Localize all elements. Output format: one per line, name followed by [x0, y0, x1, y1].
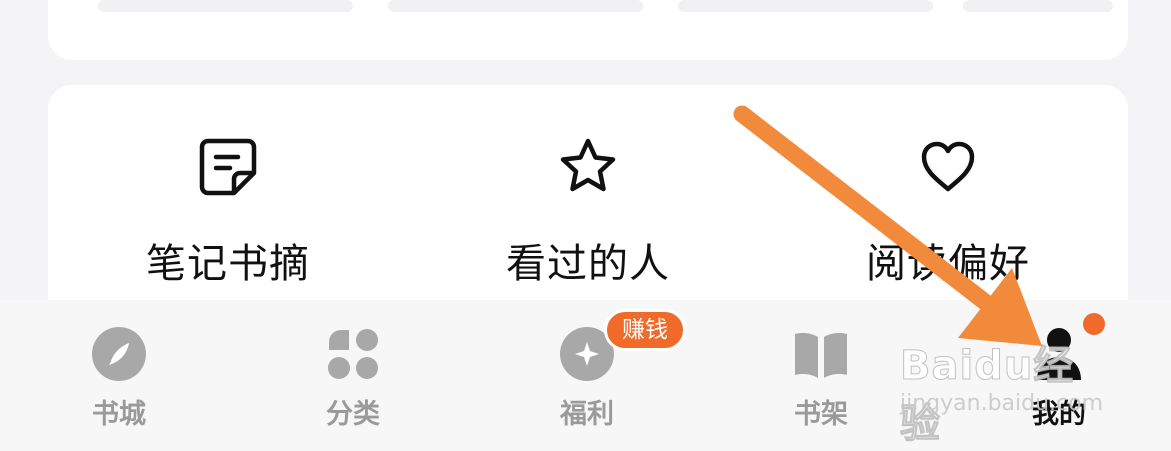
top-card-item[interactable] [678, 0, 933, 12]
feature-label: 笔记书摘 [146, 241, 310, 287]
tab-category[interactable]: 分类 [236, 300, 470, 451]
top-card [48, 0, 1128, 60]
notification-dot [1083, 313, 1105, 335]
welfare-badge: 赚钱 [604, 309, 686, 351]
features-card: 笔记书摘 看过的人 阅读偏好 [48, 85, 1128, 325]
top-card-item[interactable] [98, 0, 353, 12]
tab-label: 书城 [92, 399, 146, 430]
book-icon [795, 333, 847, 378]
feature-preferences[interactable]: 阅读偏好 [768, 85, 1128, 325]
feature-label: 看过的人 [506, 241, 670, 287]
watermark-sub: jingyan.baidu.com [900, 391, 1104, 416]
feature-label: 阅读偏好 [866, 241, 1030, 287]
tab-label: 福利 [560, 399, 614, 430]
feature-viewers[interactable]: 看过的人 [408, 85, 768, 325]
star-icon [560, 138, 616, 192]
top-card-item[interactable] [963, 0, 1113, 12]
top-card-item[interactable] [388, 0, 643, 12]
feature-notes[interactable]: 笔记书摘 [48, 85, 408, 325]
category-icon [328, 329, 378, 379]
tab-bookstore[interactable]: 书城 [2, 300, 236, 451]
note-icon [199, 138, 257, 196]
watermark: Baidu经验 jingyan.baidu.com [900, 333, 1110, 448]
compass-icon [92, 327, 146, 381]
tab-label: 分类 [326, 399, 380, 430]
heart-icon [921, 141, 975, 192]
